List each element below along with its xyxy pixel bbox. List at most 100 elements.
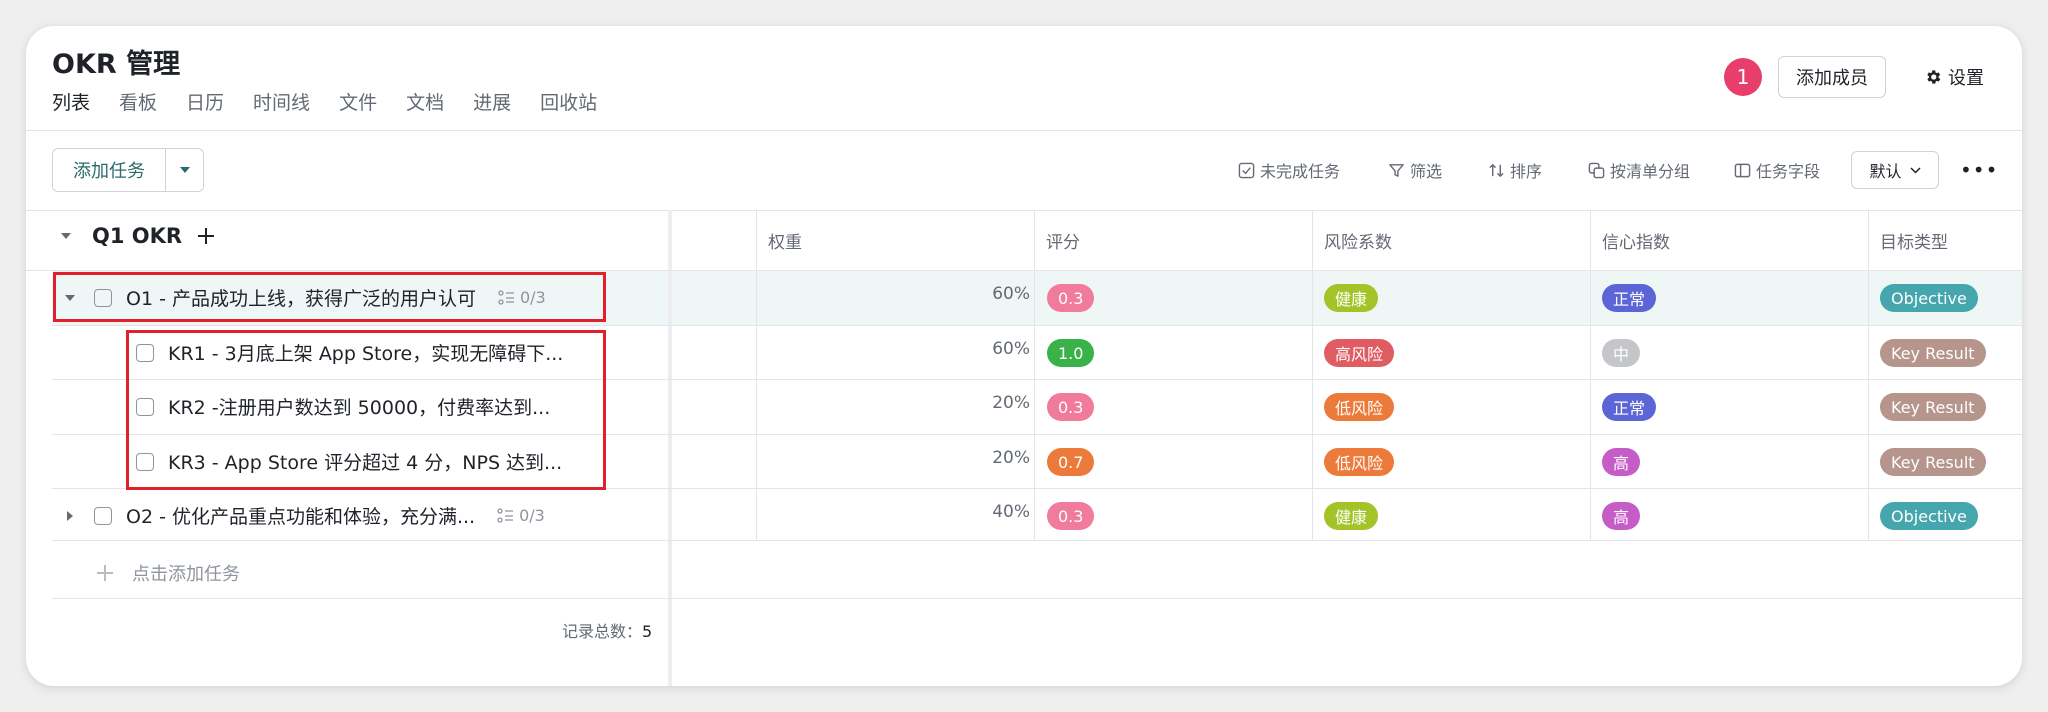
- weight-cell: 60%: [992, 284, 1030, 304]
- sort-button[interactable]: 排序: [1488, 158, 1542, 182]
- frozen-column-divider[interactable]: [668, 210, 672, 686]
- column-divider: [1590, 210, 1591, 540]
- task-checkbox[interactable]: [94, 506, 112, 525]
- task-title: O2 - 优化产品重点功能和体验，充分满...: [126, 506, 476, 528]
- table-top-border: [26, 210, 2022, 211]
- add-task-button[interactable]: 添加任务: [53, 149, 166, 191]
- risk-badge: 低风险: [1324, 393, 1395, 421]
- filter-label: 筛选: [1410, 162, 1443, 181]
- confidence-badge: 正常: [1602, 284, 1657, 312]
- row-divider: [52, 540, 2022, 541]
- tab-files[interactable]: 文件: [339, 88, 377, 115]
- add-task-dropdown[interactable]: [166, 149, 203, 191]
- score-badge: 1.0: [1047, 339, 1095, 367]
- weight-cell: 40%: [992, 502, 1030, 522]
- column-divider: [1868, 210, 1869, 540]
- goal-type-badge: Key Result: [1880, 339, 1986, 367]
- tab-calendar[interactable]: 日历: [186, 88, 224, 115]
- confidence-badge: 正常: [1602, 393, 1657, 421]
- goal-type-badge: Objective: [1880, 502, 1978, 530]
- column-divider: [1312, 210, 1313, 540]
- sort-label: 排序: [1510, 162, 1543, 181]
- row-divider: [26, 270, 2022, 271]
- score-badge: 0.3: [1047, 502, 1095, 530]
- column-divider: [1034, 210, 1035, 540]
- row-divider: [52, 325, 2022, 326]
- tab-board[interactable]: 看板: [119, 88, 157, 115]
- task-fields-label: 任务字段: [1756, 162, 1821, 181]
- tab-timeline[interactable]: 时间线: [253, 88, 310, 115]
- tab-list[interactable]: 列表: [52, 88, 90, 115]
- subtask-icon: [497, 508, 514, 523]
- subtask-count-value: 0/3: [519, 506, 545, 525]
- group-icon: [1588, 162, 1605, 178]
- risk-badge: 高风险: [1324, 339, 1395, 367]
- settings-label: 设置: [1948, 68, 1984, 89]
- incomplete-label: 未完成任务: [1260, 162, 1341, 181]
- caret-down-icon: [179, 167, 190, 173]
- weight-cell: 60%: [992, 339, 1030, 359]
- add-task-row-label: 点击添加任务: [132, 564, 240, 585]
- score-badge: 0.7: [1047, 448, 1095, 476]
- add-task-split-button: 添加任务: [52, 148, 204, 192]
- group-by-label: 按清单分组: [1610, 162, 1691, 181]
- confidence-badge: 高: [1602, 448, 1641, 476]
- weight-cell: 20%: [992, 393, 1030, 413]
- incomplete-tasks-toggle[interactable]: 未完成任务: [1238, 158, 1340, 182]
- column-header-score[interactable]: 评分: [1046, 228, 1080, 253]
- columns-icon: [1734, 163, 1751, 177]
- goal-type-badge: Key Result: [1880, 393, 1986, 421]
- column-header-goal-type[interactable]: 目标类型: [1880, 228, 1948, 253]
- gear-icon: [1927, 70, 1941, 84]
- view-select-value: 默认: [1869, 162, 1902, 181]
- settings-button[interactable]: 设置: [1924, 64, 1984, 90]
- view-select[interactable]: 默认: [1851, 151, 1939, 189]
- objective-highlight-box: [53, 272, 606, 322]
- checkbox-icon: [1238, 162, 1255, 178]
- record-total-label: 记录总数：: [562, 622, 643, 641]
- column-header-weight[interactable]: 权重: [768, 228, 802, 253]
- tab-trash[interactable]: 回收站: [540, 88, 597, 115]
- key-results-highlight-box: [126, 330, 606, 490]
- add-member-button[interactable]: 添加成员: [1778, 56, 1886, 98]
- goal-type-badge: Key Result: [1880, 448, 1986, 476]
- chevron-down-icon: [1909, 166, 1921, 174]
- filter-icon: [1389, 163, 1404, 177]
- sort-icon: [1489, 163, 1504, 177]
- confidence-badge: 中: [1602, 339, 1641, 367]
- column-header-risk[interactable]: 风险系数: [1324, 228, 1392, 253]
- member-count-badge[interactable]: 1: [1724, 58, 1762, 96]
- app-window: OKR 管理 列表 看板 日历 时间线 文件 文档 进展 回收站 1 添加成员 …: [26, 26, 2022, 686]
- tab-docs[interactable]: 文档: [406, 88, 444, 115]
- page-title: OKR 管理: [52, 49, 181, 80]
- tab-progress[interactable]: 进展: [473, 88, 511, 115]
- header-divider: [26, 130, 2022, 131]
- score-badge: 0.3: [1047, 284, 1095, 312]
- column-header-confidence[interactable]: 信心指数: [1602, 228, 1670, 253]
- score-badge: 0.3: [1047, 393, 1095, 421]
- add-task-row[interactable]: 点击添加任务: [96, 560, 240, 586]
- group-header[interactable]: Q1 OKR: [60, 224, 216, 248]
- group-by-list-button[interactable]: 按清单分组: [1588, 158, 1690, 182]
- risk-badge: 健康: [1324, 284, 1379, 312]
- record-total: 记录总数：5: [562, 618, 652, 642]
- filter-button[interactable]: 筛选: [1388, 158, 1442, 182]
- record-total-value: 5: [642, 622, 653, 641]
- task-fields-button[interactable]: 任务字段: [1734, 158, 1820, 182]
- table-row[interactable]: O2 - 优化产品重点功能和体验，充分满... 0/3: [64, 502, 545, 529]
- confidence-badge: 高: [1602, 502, 1641, 530]
- weight-cell: 20%: [992, 448, 1030, 468]
- row-divider: [52, 598, 2022, 599]
- caret-down-icon: [61, 233, 71, 239]
- risk-badge: 健康: [1324, 502, 1379, 530]
- subtask-count: 0/3: [497, 506, 545, 525]
- column-divider: [756, 210, 757, 540]
- more-options-icon[interactable]: •••: [1960, 158, 1998, 182]
- plus-icon: [97, 565, 113, 581]
- goal-type-badge: Objective: [1880, 284, 1978, 312]
- caret-right-icon[interactable]: [66, 510, 74, 522]
- risk-badge: 低风险: [1324, 448, 1395, 476]
- plus-icon[interactable]: [196, 226, 216, 246]
- group-title: Q1 OKR: [92, 224, 183, 248]
- view-tabs: 列表 看板 日历 时间线 文件 文档 进展 回收站: [52, 88, 626, 115]
